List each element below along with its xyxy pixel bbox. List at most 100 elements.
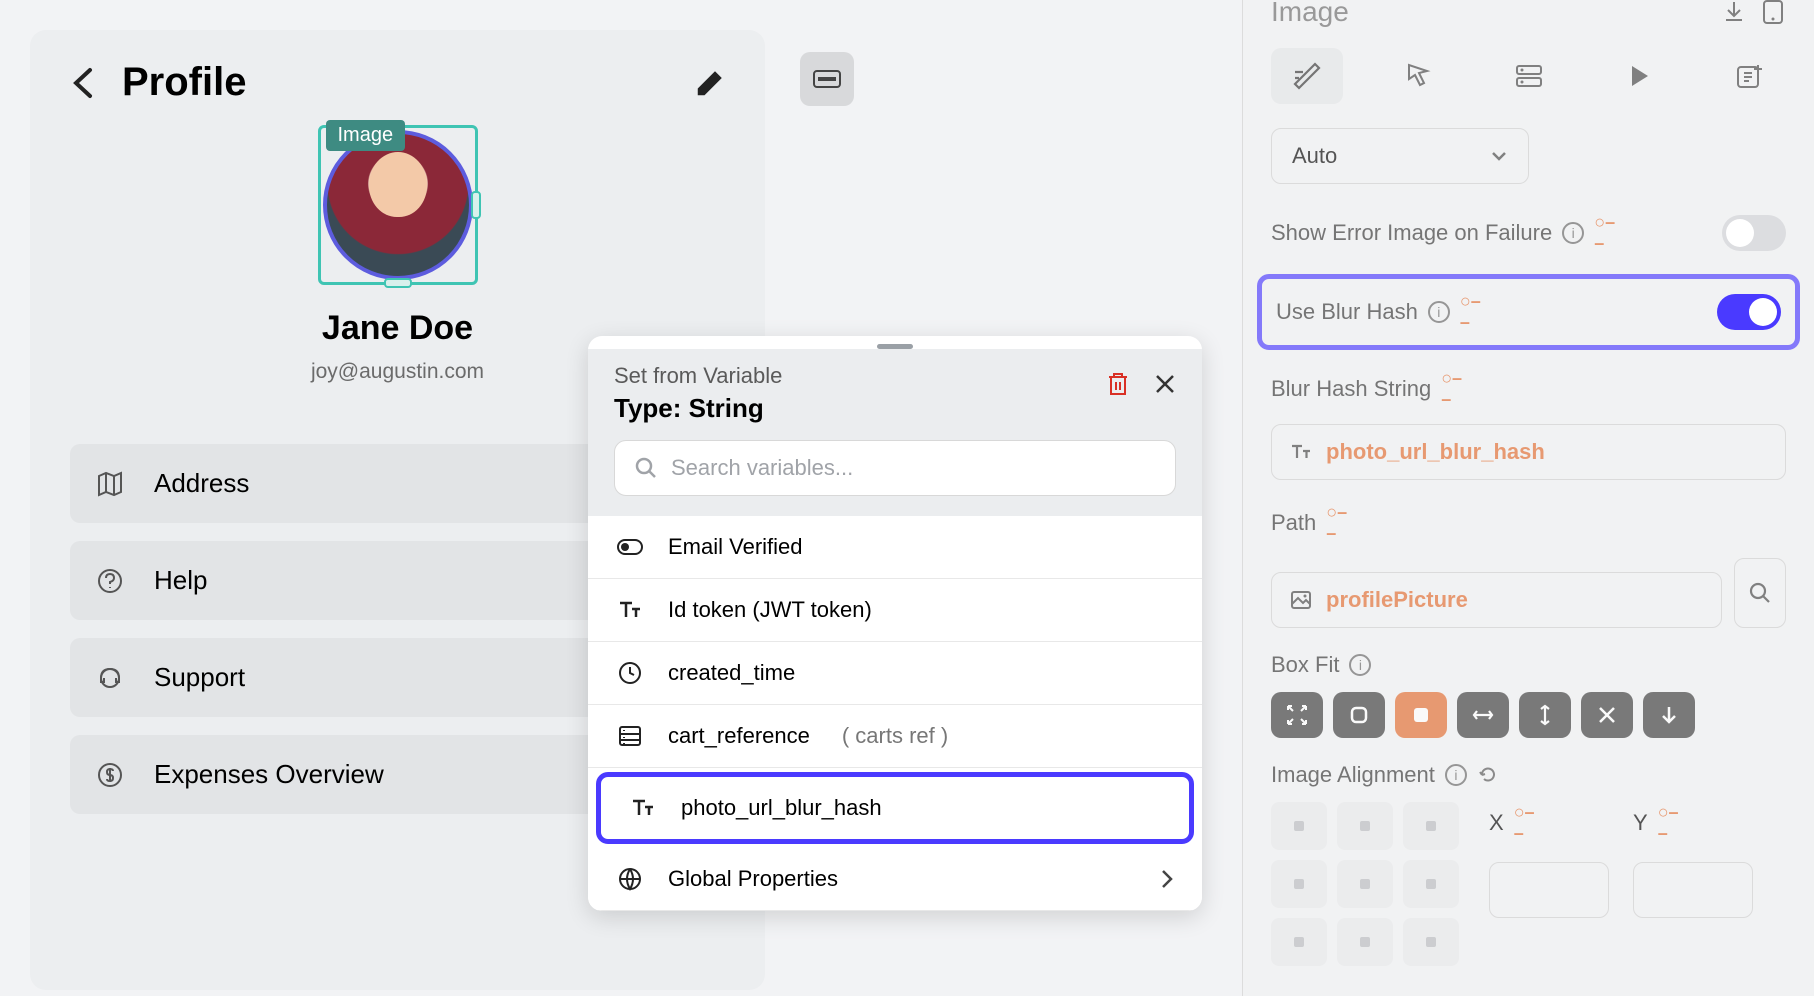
var-item-global-properties[interactable]: Global Properties (588, 848, 1202, 911)
selection-tag: Image (326, 120, 406, 151)
y-label: Y (1633, 810, 1648, 836)
support-icon (96, 664, 124, 692)
prop-label: Path (1271, 510, 1316, 536)
boxfit-none[interactable] (1581, 692, 1633, 738)
y-input[interactable] (1633, 862, 1753, 918)
info-icon[interactable]: i (1445, 764, 1467, 786)
menu-label: Help (154, 565, 207, 596)
tab-actions[interactable] (1382, 48, 1454, 104)
variable-icon[interactable]: ○–– (1594, 212, 1615, 254)
tab-play[interactable] (1603, 48, 1675, 104)
variable-icon[interactable]: ○–– (1514, 802, 1535, 844)
dollar-icon (96, 761, 124, 789)
boxfit-contain[interactable] (1333, 692, 1385, 738)
size-mode-dropdown[interactable]: Auto (1271, 128, 1529, 184)
x-input[interactable] (1489, 862, 1609, 918)
align-mid-center[interactable] (1337, 860, 1393, 908)
tab-backend[interactable] (1493, 48, 1565, 104)
var-item-created-time[interactable]: created_time (588, 642, 1202, 705)
alignment-grid (1271, 802, 1459, 966)
menu-label: Support (154, 662, 245, 693)
align-bot-center[interactable] (1337, 918, 1393, 966)
var-item-email-verified[interactable]: Email Verified (588, 516, 1202, 579)
var-label: cart_reference (668, 723, 810, 749)
align-top-center[interactable] (1337, 802, 1393, 850)
device-icon[interactable] (1760, 0, 1786, 25)
error-image-row: Show Error Image on Failure i ○–– (1271, 212, 1786, 254)
chevron-right-icon (1160, 868, 1174, 890)
variable-list: Email Verified Id token (JWT token) crea… (588, 516, 1202, 911)
box-fit-options (1271, 692, 1786, 738)
prop-label: Blur Hash String (1271, 376, 1431, 402)
reset-icon[interactable] (1477, 764, 1499, 786)
trash-icon[interactable] (1106, 371, 1130, 397)
menu-label: Expenses Overview (154, 759, 384, 790)
close-icon[interactable] (1154, 373, 1176, 395)
var-item-id-token[interactable]: Id token (JWT token) (588, 579, 1202, 642)
prop-label: Show Error Image on Failure (1271, 220, 1552, 246)
resize-handle-bottom[interactable] (384, 278, 412, 288)
clock-icon (616, 661, 644, 685)
boxfit-fill[interactable] (1271, 692, 1323, 738)
search-icon (635, 457, 657, 479)
component-type-label: Image (1271, 0, 1708, 28)
variable-icon[interactable]: ○–– (1441, 368, 1462, 410)
align-bot-right[interactable] (1403, 918, 1459, 966)
tab-design[interactable] (1271, 48, 1343, 104)
path-value-input[interactable]: profilePicture (1271, 572, 1722, 628)
text-icon (629, 798, 657, 818)
var-item-photo-url-blur-hash[interactable]: photo_url_blur_hash (596, 772, 1194, 844)
image-icon (1290, 590, 1312, 610)
align-top-right[interactable] (1403, 802, 1459, 850)
align-bot-left[interactable] (1271, 918, 1327, 966)
boxfit-fitwidth[interactable] (1457, 692, 1509, 738)
info-icon[interactable]: i (1562, 222, 1584, 244)
selected-image-widget[interactable]: Image (318, 125, 478, 285)
boxfit-scaledown[interactable] (1643, 692, 1695, 738)
align-top-left[interactable] (1271, 802, 1327, 850)
search-input[interactable] (671, 455, 1155, 481)
var-label: Id token (JWT token) (668, 597, 872, 623)
edit-icon[interactable] (695, 68, 725, 98)
path-search-button[interactable] (1734, 558, 1786, 628)
variable-icon[interactable]: ○–– (1658, 802, 1679, 844)
boxfit-fitheight[interactable] (1519, 692, 1571, 738)
map-icon (96, 470, 124, 498)
variable-icon[interactable]: ○–– (1460, 291, 1481, 333)
download-icon[interactable] (1720, 0, 1748, 26)
tab-add[interactable] (1714, 48, 1786, 104)
help-icon (96, 567, 124, 595)
var-label: Email Verified (668, 534, 803, 560)
text-icon (616, 600, 644, 620)
back-icon[interactable] (70, 66, 94, 100)
keyboard-button[interactable] (800, 52, 854, 106)
var-ref: ( carts ref ) (842, 723, 948, 749)
database-icon (616, 725, 644, 747)
chevron-down-icon (1490, 150, 1508, 162)
variable-icon[interactable]: ○–– (1326, 502, 1347, 544)
input-value: profilePicture (1326, 587, 1468, 613)
page-title: Profile (122, 60, 246, 105)
boxfit-cover[interactable] (1395, 692, 1447, 738)
search-input-wrapper[interactable] (614, 440, 1176, 496)
info-icon[interactable]: i (1428, 301, 1450, 323)
prop-label: Image Alignment (1271, 762, 1435, 788)
var-label: photo_url_blur_hash (681, 795, 882, 821)
globe-icon (616, 867, 644, 891)
align-mid-left[interactable] (1271, 860, 1327, 908)
blur-hash-toggle[interactable] (1717, 294, 1781, 330)
blur-hash-row: Use Blur Hash i ○–– (1257, 274, 1800, 350)
blur-hash-value-input[interactable]: photo_url_blur_hash (1271, 424, 1786, 480)
info-icon[interactable]: i (1349, 654, 1371, 676)
prop-label: Box Fit (1271, 652, 1339, 678)
error-image-toggle[interactable] (1722, 215, 1786, 251)
popup-subtitle: Set from Variable (614, 363, 1106, 389)
var-label: Global Properties (668, 866, 838, 892)
properties-panel: Image Auto Show Error Image on Failure i… (1242, 0, 1814, 996)
menu-label: Address (154, 468, 249, 499)
var-item-cart-reference[interactable]: cart_reference ( carts ref ) (588, 705, 1202, 768)
align-mid-right[interactable] (1403, 860, 1459, 908)
panel-tabs (1271, 48, 1786, 104)
resize-handle-right[interactable] (471, 191, 481, 219)
prop-label: Use Blur Hash (1276, 299, 1418, 325)
